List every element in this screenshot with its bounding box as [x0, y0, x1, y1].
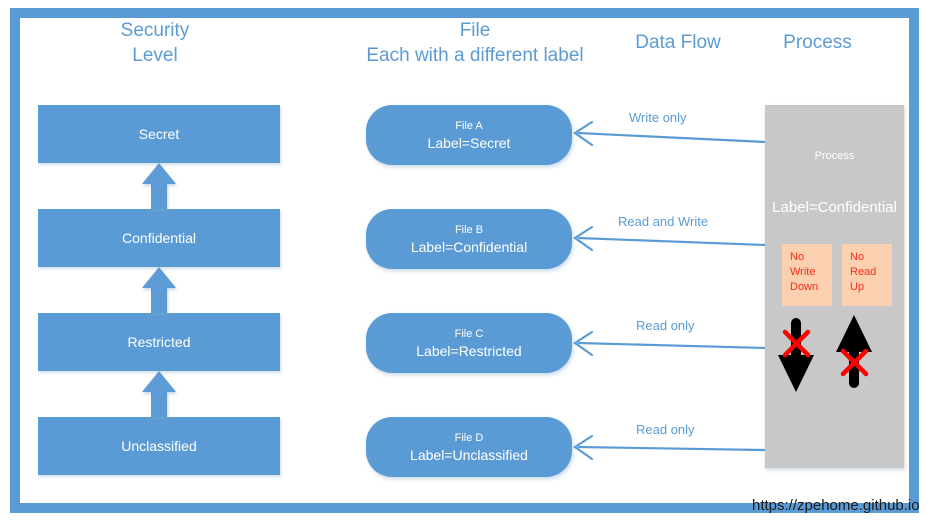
column-title-process: Process — [783, 32, 852, 53]
watermark-url: https://zpehome.github.io — [752, 497, 920, 514]
file-name: File C — [454, 327, 484, 340]
diagram-canvas: Security Level File Each with a differen… — [0, 0, 929, 529]
security-level-label: Unclassified — [121, 438, 197, 454]
security-level-unclassified: Unclassified — [38, 417, 280, 475]
file-label: Label=Unclassified — [410, 446, 528, 463]
column-title-file: File Each with a different label — [366, 20, 584, 66]
file-label: Label=Secret — [427, 134, 511, 151]
security-level-confidential: Confidential — [38, 209, 280, 267]
column-title-data-flow: Data Flow — [635, 32, 721, 53]
security-level-secret: Secret — [38, 105, 280, 163]
file-box-c: File C Label=Restricted — [366, 313, 572, 373]
file-box-d: File D Label=Unclassified — [366, 417, 572, 477]
file-name: File B — [454, 223, 484, 236]
process-title: Process — [814, 150, 855, 162]
process-label: Label=Confidential — [772, 199, 897, 216]
rule-no-write-down: No Write Down — [782, 244, 832, 306]
file-name: File A — [455, 119, 483, 132]
column-title-security-level: Security Level — [120, 20, 190, 66]
data-flow-label-read-only-d: Read only — [636, 422, 695, 437]
file-box-a: File A Label=Secret — [366, 105, 572, 165]
file-box-b: File B Label=Confidential — [366, 209, 572, 269]
data-flow-label-read-only-c: Read only — [636, 318, 695, 333]
rule-no-read-up: No Read Up — [842, 244, 892, 306]
data-flow-label-read-and-write: Read and Write — [618, 214, 709, 229]
security-level-label: Secret — [138, 126, 180, 142]
security-level-restricted: Restricted — [38, 313, 280, 371]
security-level-label: Confidential — [122, 230, 196, 246]
security-level-label: Restricted — [127, 334, 191, 350]
file-label: Label=Restricted — [416, 342, 522, 359]
data-flow-label-write-only: Write only — [629, 110, 687, 125]
file-name: File D — [454, 431, 484, 444]
file-label: Label=Confidential — [410, 238, 528, 255]
process-box: Process Label=Confidential No Write Down… — [765, 105, 904, 468]
